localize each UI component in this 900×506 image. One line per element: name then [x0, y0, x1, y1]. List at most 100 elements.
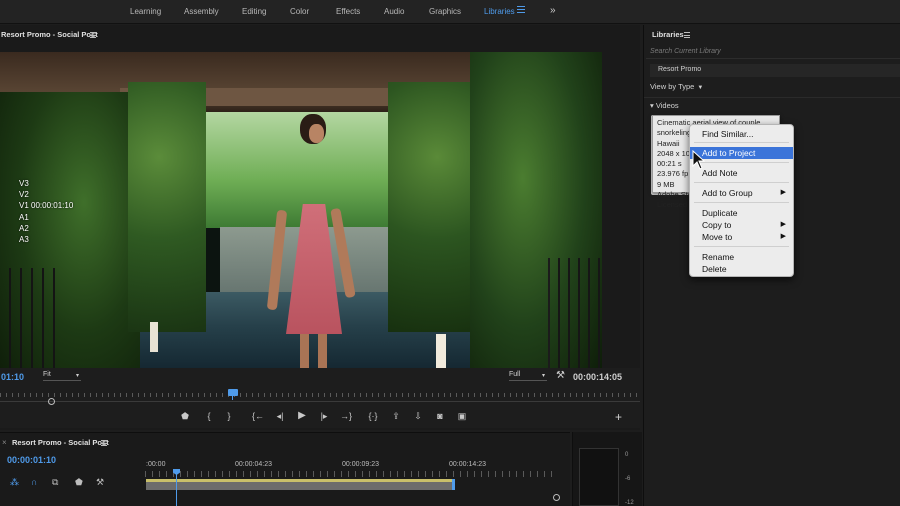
ruler-label: :00:00: [146, 461, 166, 468]
go-to-in-button[interactable]: {←: [251, 410, 265, 422]
menu-item-copy-to[interactable]: Copy to ▶: [690, 219, 793, 231]
workspace-tab-audio[interactable]: Audio: [384, 7, 404, 16]
zoom-level-select[interactable]: Fit ▾: [43, 371, 81, 381]
workspace-bar: Learning Assembly Editing Color Effects …: [0, 0, 900, 24]
workspace-overflow-icon[interactable]: »: [550, 5, 556, 16]
library-search-input[interactable]: Search Current Library: [646, 45, 900, 59]
timeline-ruler[interactable]: [145, 471, 555, 477]
transport-controls: ⬟ { } {← ◂| ▶ |▸ →} {·} ⇪ ⇩ ◙ ▣ +: [0, 410, 640, 424]
libraries-panel-title[interactable]: Libraries: [652, 30, 684, 39]
timeline-tools: ⁂ ∩ ⧉ ⬟ ⚒: [0, 477, 145, 491]
menu-item-delete[interactable]: Delete: [690, 263, 793, 275]
overlay-track-v1: V1 00:00:01:10: [19, 201, 74, 211]
overlay-track-v3: V3: [19, 179, 29, 188]
timeline-settings-wrench-icon[interactable]: ⚒: [96, 477, 104, 488]
menu-separator: [694, 162, 789, 163]
menu-separator: [694, 142, 789, 143]
view-by-dropdown[interactable]: View by Type ▼: [650, 82, 703, 91]
menu-separator: [694, 182, 789, 183]
workspace-tab-color[interactable]: Color: [290, 7, 309, 16]
timeline-panel: × Resort Promo - Social Post 00:00:01:10…: [0, 432, 570, 506]
timeline-close-icon[interactable]: ×: [2, 438, 7, 447]
view-by-label: View by Type: [650, 82, 695, 91]
export-frame-button[interactable]: ◙: [433, 410, 447, 422]
snap-magnet-icon[interactable]: ∩: [31, 477, 37, 487]
zoom-bar-end-handle[interactable]: [452, 479, 455, 490]
overlay-track-a2: A2: [19, 223, 29, 233]
add-marker-icon[interactable]: ⬟: [75, 477, 83, 488]
workspace-tab-libraries[interactable]: Libraries: [484, 7, 515, 16]
timeline-current-timecode[interactable]: 00:00:01:10: [7, 455, 56, 465]
menu-item-label: Add to Project: [702, 148, 756, 158]
meter-label: -12: [625, 500, 634, 506]
zoom-level-value: Fit: [43, 371, 51, 378]
play-button[interactable]: ▶: [295, 410, 309, 422]
mark-in-button[interactable]: {: [202, 410, 216, 422]
timeline-zoom-bar[interactable]: [146, 482, 452, 490]
libraries-panel-menu-icon[interactable]: [684, 32, 690, 38]
menu-item-label: Add Note: [702, 168, 738, 178]
program-duration-timecode: 00:00:14:05: [573, 372, 623, 382]
settings-wrench-icon[interactable]: ⚒: [556, 370, 565, 381]
workspace-menu-icon[interactable]: [517, 6, 525, 14]
zoom-scrollbar-handle[interactable]: [48, 398, 55, 405]
workspace-tab-learning[interactable]: Learning: [130, 7, 161, 16]
go-to-out-button[interactable]: →}: [339, 410, 353, 422]
caret-down-icon: ▼: [697, 85, 704, 91]
menu-item-find-similar[interactable]: Find Similar...: [690, 128, 793, 140]
meter-label: 0: [625, 452, 629, 458]
workspace-tab-graphics[interactable]: Graphics: [429, 7, 461, 16]
extract-button[interactable]: ⇩: [411, 410, 425, 422]
audio-meter: [579, 448, 619, 506]
program-playhead[interactable]: [228, 389, 238, 396]
asset-context-menu: Find Similar... Add to Project Add Note …: [689, 124, 794, 277]
ruler-label: 00:00:14:23: [449, 461, 486, 468]
chevron-down-icon: ▾: [75, 373, 79, 379]
submenu-arrow-icon: ▶: [780, 221, 786, 228]
mark-out-button[interactable]: }: [222, 410, 236, 422]
menu-item-label: Rename: [702, 252, 735, 262]
linked-selection-icon[interactable]: ⧉: [52, 477, 58, 488]
videos-section-header[interactable]: ▾ Videos: [650, 101, 679, 110]
submenu-arrow-icon: ▶: [780, 233, 786, 240]
menu-item-duplicate[interactable]: Duplicate: [690, 207, 793, 219]
overlay-track-a3: A3: [19, 235, 29, 245]
workspace-tab-editing[interactable]: Editing: [242, 7, 266, 16]
step-back-button[interactable]: ◂|: [273, 410, 287, 422]
comparison-view-button[interactable]: ▣: [455, 410, 469, 422]
submenu-arrow-icon: ▶: [780, 189, 786, 196]
library-select[interactable]: Resort Promo: [650, 64, 900, 77]
nest-toggle-icon[interactable]: ⁂: [10, 477, 19, 488]
ruler-label: 00:00:04:23: [235, 461, 272, 468]
menu-item-label: Copy to: [702, 220, 732, 230]
button-editor-add-button[interactable]: +: [615, 410, 622, 424]
insert-button[interactable]: {·}: [366, 410, 380, 422]
menu-item-rename[interactable]: Rename: [690, 251, 793, 263]
program-panel-title[interactable]: Resort Promo - Social Post: [1, 30, 98, 39]
menu-item-label: Find Similar...: [702, 129, 754, 139]
program-panel-menu-icon[interactable]: [90, 32, 96, 38]
menu-item-add-to-group[interactable]: Add to Group ▶: [690, 187, 793, 199]
overlay-track-v2: V2: [19, 190, 29, 200]
playback-resolution-select[interactable]: Full ▾: [509, 371, 547, 381]
menu-item-label: Move to: [702, 232, 733, 242]
timeline-scroll-handle[interactable]: [553, 494, 560, 501]
menu-item-label: Delete: [702, 264, 727, 274]
add-marker-button[interactable]: ⬟: [178, 410, 192, 422]
timeline-panel-menu-icon[interactable]: [101, 440, 107, 446]
workspace-tab-assembly[interactable]: Assembly: [184, 7, 219, 16]
audio-meters-panel: 0 -6 -12: [572, 432, 642, 506]
program-current-timecode[interactable]: 01:10: [1, 372, 24, 382]
workspace-tab-effects[interactable]: Effects: [336, 7, 360, 16]
videos-section-label: Videos: [655, 101, 679, 110]
meter-label: -6: [625, 476, 631, 482]
track-overlay: V3 V2 V1 00:00:01:10 A1 A2 A3: [19, 178, 73, 245]
menu-item-move-to[interactable]: Move to ▶: [690, 231, 793, 243]
program-controls: 01:10 Fit ▾ Full ▾ ⚒ 00:00:14:05 ⬟ { } {← …: [0, 368, 640, 428]
step-forward-button[interactable]: |▸: [317, 410, 331, 422]
lift-button[interactable]: ⇪: [389, 410, 403, 422]
overlay-track-a1: A1: [19, 212, 29, 222]
timeline-sequence-tab[interactable]: Resort Promo - Social Post: [12, 438, 109, 447]
mouse-pointer-icon: [692, 150, 706, 170]
zoom-scrollbar-track: [0, 401, 640, 402]
